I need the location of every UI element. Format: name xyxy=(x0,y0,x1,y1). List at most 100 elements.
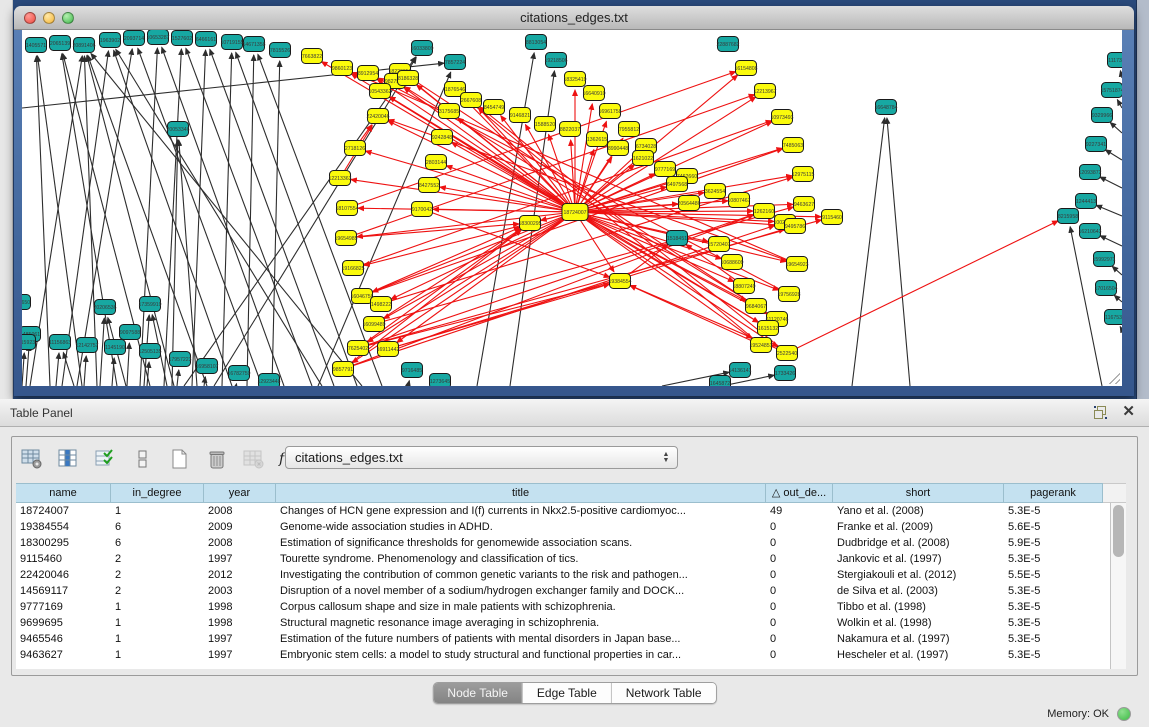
graph-node[interactable]: 16958107 xyxy=(195,359,218,374)
graph-node[interactable]: 16648784 xyxy=(874,100,897,115)
graph-node[interactable]: 8454749 xyxy=(484,100,505,115)
table-cell[interactable]: Tibbo et al. (1998) xyxy=(833,599,1004,615)
graph-node[interactable]: 8813054 xyxy=(526,35,547,50)
table-cell[interactable]: Genome-wide association studies in ADHD. xyxy=(276,519,766,535)
table-cell[interactable]: 2 xyxy=(111,567,204,583)
table-cell[interactable]: 9699695 xyxy=(16,615,111,631)
graph-node[interactable]: 15720407 xyxy=(707,237,730,252)
graph-node[interactable]: 9170042 xyxy=(412,202,433,217)
graph-node[interactable]: 8186328 xyxy=(398,71,419,86)
table-cell[interactable]: 2003 xyxy=(204,583,276,599)
table-cell[interactable]: Structural magnetic resonance image aver… xyxy=(276,615,766,631)
table-row[interactable]: 1938455462009Genome-wide association stu… xyxy=(16,519,1110,535)
graph-node[interactable]: 16961758 xyxy=(598,104,621,119)
table-cell[interactable]: 19384554 xyxy=(16,519,111,535)
graph-node[interactable]: 9716485 xyxy=(402,363,423,378)
graph-node[interactable]: 8427552 xyxy=(419,178,440,193)
graph-node[interactable]: 9227341 xyxy=(1086,137,1107,152)
table-row[interactable]: 2242004622012Investigating the contribut… xyxy=(16,567,1110,583)
graph-node[interactable]: 1527602 xyxy=(172,31,193,46)
row-height-button[interactable] xyxy=(129,445,157,473)
table-cell[interactable]: 18724007 xyxy=(16,503,111,519)
table-cell[interactable]: 5.3E-5 xyxy=(1004,647,1103,663)
column-header-in_degree[interactable]: in_degree xyxy=(111,483,204,503)
column-header-short[interactable]: short xyxy=(833,483,1004,503)
table-cell[interactable]: Tourette syndrome. Phenomenology and cla… xyxy=(276,551,766,567)
graph-node[interactable]: 9463627 xyxy=(794,197,815,212)
graph-node[interactable]: 1262160 xyxy=(754,204,775,219)
graph-node[interactable]: 1273645 xyxy=(430,374,451,387)
graph-node[interactable]: 11156863 xyxy=(49,335,71,350)
graph-node[interactable]: 1963902 xyxy=(100,33,121,48)
graph-node[interactable]: 1518451 xyxy=(667,231,688,246)
graph-node[interactable]: 1498222 xyxy=(371,297,392,312)
graph-node[interactable]: 1733426 xyxy=(775,366,796,381)
graph-node[interactable]: 19218506 xyxy=(544,53,567,68)
graph-node[interactable]: 7663822 xyxy=(302,49,323,64)
graph-node[interactable]: 10688609 xyxy=(720,255,743,270)
graph-node[interactable]: 2667608 xyxy=(461,93,482,108)
column-header-year[interactable]: year xyxy=(204,483,276,503)
table-cell[interactable]: de Silva et al. (2003) xyxy=(833,583,1004,599)
table-cell[interactable]: Corpus callosum shape and size in male p… xyxy=(276,599,766,615)
table-cell[interactable]: 0 xyxy=(766,583,833,599)
table-cell[interactable]: Estimation of significance thresholds fo… xyxy=(276,535,766,551)
table-cell[interactable]: 1 xyxy=(111,503,204,519)
graph-node[interactable]: 9777169 xyxy=(655,162,676,177)
graph-node[interactable]: 19524851 xyxy=(749,338,772,353)
table-cell[interactable]: 6 xyxy=(111,519,204,535)
graph-node[interactable]: 10653287 xyxy=(146,30,169,45)
table-cell[interactable]: 0 xyxy=(766,567,833,583)
table-row[interactable]: 969969511998Structural magnetic resonanc… xyxy=(16,615,1110,631)
table-cell[interactable]: 0 xyxy=(766,631,833,647)
graph-node[interactable]: 18807249 xyxy=(732,279,755,294)
table-row[interactable]: 977716911998Corpus callosum shape and si… xyxy=(16,599,1110,615)
graph-node[interactable]: 9684067 xyxy=(746,299,767,314)
table-cell[interactable]: 5.3E-5 xyxy=(1004,551,1103,567)
table-row[interactable]: 1456911722003Disruption of a novel membe… xyxy=(16,583,1110,599)
table-cell[interactable]: 1 xyxy=(111,615,204,631)
graph-node[interactable]: 16640910 xyxy=(582,86,605,101)
table-cell[interactable]: 2 xyxy=(111,583,204,599)
float-panel-icon[interactable] xyxy=(1094,406,1107,419)
graph-node[interactable]: 16154808 xyxy=(734,61,757,76)
graph-node[interactable]: 9115460 xyxy=(822,210,843,225)
graph-node[interactable]: 20053346 xyxy=(166,122,189,137)
column-header-out_de[interactable]: △ out_de... xyxy=(766,483,833,503)
table-cell[interactable]: 49 xyxy=(766,503,833,519)
graph-node[interactable]: 19166825 xyxy=(341,261,364,276)
graph-node[interactable]: 14671358 xyxy=(242,37,265,52)
table-cell[interactable]: Estimation of the future numbers of pati… xyxy=(276,631,766,647)
table-cell[interactable]: 5.3E-5 xyxy=(1004,583,1103,599)
graph-node[interactable]: 9097588 xyxy=(120,325,141,340)
graph-node[interactable]: 3915923 xyxy=(22,335,36,350)
table-cell[interactable]: 5.6E-5 xyxy=(1004,519,1103,535)
table-cell[interactable]: Hescheler et al. (1997) xyxy=(833,647,1004,663)
graph-node[interactable]: 14136141 xyxy=(728,363,751,378)
table-row[interactable]: 911546021997Tourette syndrome. Phenomeno… xyxy=(16,551,1110,567)
table-cell[interactable]: 5.9E-5 xyxy=(1004,535,1103,551)
graph-node[interactable]: 9146821 xyxy=(510,108,531,123)
graph-node[interactable]: 1244413 xyxy=(1076,194,1097,209)
graph-node[interactable]: 19756928 xyxy=(777,287,800,302)
graph-node[interactable]: 16033809 xyxy=(410,41,433,56)
graph-node[interactable]: 22887682 xyxy=(716,37,739,52)
graph-node[interactable]: 10973493 xyxy=(770,110,793,125)
graph-node[interactable]: 8990448 xyxy=(608,141,629,156)
table-cell[interactable]: 1 xyxy=(111,631,204,647)
table-cell[interactable]: 1 xyxy=(111,599,204,615)
graph-node[interactable]: 1621022 xyxy=(633,151,654,166)
graph-node[interactable]: 18325419 xyxy=(563,72,586,87)
table-cell[interactable]: 5.3E-5 xyxy=(1004,631,1103,647)
graph-node[interactable]: 1645872 xyxy=(710,376,731,387)
table-cell[interactable]: 0 xyxy=(766,519,833,535)
new-column-button[interactable] xyxy=(166,445,194,473)
table-options-button[interactable] xyxy=(18,445,46,473)
graph-node[interactable]: 12213967 xyxy=(753,84,776,99)
graph-node[interactable]: 15751874 xyxy=(1100,83,1122,98)
graph-node[interactable]: 12505135 xyxy=(138,344,161,359)
graph-node[interactable]: 7955812 xyxy=(619,122,640,137)
table-cell[interactable]: Changes of HCN gene expression and I(f) … xyxy=(276,503,766,519)
graph-node[interactable]: 8215958 xyxy=(1058,209,1079,224)
table-cell[interactable]: 14569117 xyxy=(16,583,111,599)
